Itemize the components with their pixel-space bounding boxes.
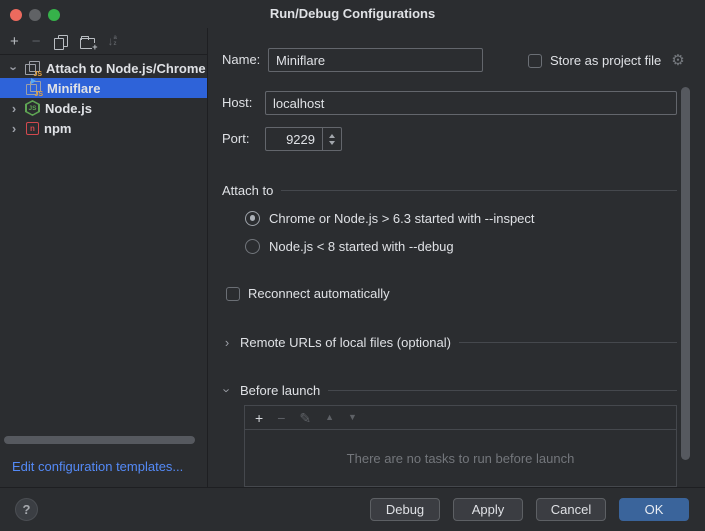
name-input[interactable] bbox=[268, 48, 483, 72]
chevron-right-icon[interactable]: › bbox=[222, 336, 232, 349]
store-as-project-file-checkbox[interactable] bbox=[528, 54, 542, 68]
sort-configurations-icon[interactable]: ↓ az bbox=[108, 35, 117, 47]
port-input[interactable] bbox=[266, 128, 322, 150]
remote-urls-title: Remote URLs of local files (optional) bbox=[240, 335, 451, 350]
configurations-tree: › JS Attach to Node.js/Chrome JS Minifla… bbox=[0, 58, 207, 138]
before-launch-section-header[interactable]: › Before launch bbox=[222, 382, 677, 398]
radio-unselected-icon[interactable] bbox=[245, 239, 260, 254]
add-task-icon[interactable]: + bbox=[255, 411, 263, 425]
port-stepper[interactable] bbox=[322, 128, 341, 150]
dialog-footer: ? Debug Apply Cancel OK bbox=[0, 487, 705, 531]
reconnect-automatically-checkbox[interactable] bbox=[226, 287, 240, 301]
before-launch-title: Before launch bbox=[240, 383, 320, 398]
edit-configuration-templates-link[interactable]: Edit configuration templates... bbox=[12, 459, 183, 474]
nodejs-icon: JS bbox=[25, 100, 40, 116]
copy-configuration-icon[interactable] bbox=[54, 35, 67, 48]
store-as-project-file-row: Store as project file ⚙ bbox=[528, 53, 685, 68]
help-button[interactable]: ? bbox=[15, 498, 38, 521]
radio-selected-icon[interactable] bbox=[245, 211, 260, 226]
before-launch-empty-text: There are no tasks to run before launch bbox=[245, 430, 676, 486]
remove-task-icon[interactable]: − bbox=[277, 411, 285, 425]
chevron-down-icon[interactable]: › bbox=[221, 385, 234, 395]
host-label: Host: bbox=[222, 91, 252, 115]
attach-to-section-header: Attach to bbox=[222, 182, 677, 198]
tree-item-npm[interactable]: › n npm bbox=[0, 118, 207, 138]
store-as-project-file-label: Store as project file bbox=[550, 53, 661, 68]
attach-option-debug[interactable]: Node.js < 8 started with --debug bbox=[245, 238, 454, 254]
attach-nodejs-run-icon: JS bbox=[25, 80, 42, 96]
tree-item-miniflare[interactable]: JS Miniflare bbox=[0, 78, 207, 98]
dialog-title: Run/Debug Configurations bbox=[0, 0, 705, 28]
edit-task-icon[interactable]: ✎ bbox=[299, 411, 311, 425]
chevron-right-icon[interactable]: › bbox=[7, 102, 21, 115]
cancel-button[interactable]: Cancel bbox=[536, 498, 606, 521]
attach-to-title: Attach to bbox=[222, 183, 273, 198]
titlebar: Run/Debug Configurations bbox=[0, 0, 705, 28]
attach-option-inspect[interactable]: Chrome or Node.js > 6.3 started with --i… bbox=[245, 210, 535, 226]
remote-urls-section-header[interactable]: › Remote URLs of local files (optional) bbox=[222, 334, 677, 350]
attach-nodejs-icon: JS bbox=[24, 60, 41, 76]
form-vertical-scrollbar[interactable] bbox=[681, 87, 690, 460]
reconnect-automatically-label: Reconnect automatically bbox=[248, 286, 390, 301]
gear-icon[interactable]: ⚙ bbox=[671, 53, 684, 68]
npm-icon: n bbox=[26, 122, 39, 135]
tree-item-nodejs[interactable]: › JS Node.js bbox=[0, 98, 207, 118]
tree-item-attach-to-nodejs-chrome[interactable]: › JS Attach to Node.js/Chrome bbox=[0, 58, 207, 78]
before-launch-toolbar: + − ✎ ▲ ▼ bbox=[245, 406, 676, 430]
port-label: Port: bbox=[222, 127, 249, 151]
sidebar-horizontal-scrollbar[interactable] bbox=[4, 436, 195, 444]
stepper-up-icon[interactable] bbox=[329, 134, 335, 138]
sidebar-toolbar: + − + ↓ az bbox=[0, 28, 207, 55]
move-up-icon[interactable]: ▲ bbox=[325, 413, 334, 422]
move-down-icon[interactable]: ▼ bbox=[348, 413, 357, 422]
new-folder-icon[interactable]: + bbox=[80, 35, 95, 48]
apply-button[interactable]: Apply bbox=[453, 498, 523, 521]
help-icon: ? bbox=[23, 502, 31, 517]
debug-button[interactable]: Debug bbox=[370, 498, 440, 521]
chevron-down-icon[interactable]: › bbox=[8, 61, 21, 75]
name-label: Name: bbox=[222, 48, 260, 72]
ok-button[interactable]: OK bbox=[619, 498, 689, 521]
chevron-right-icon[interactable]: › bbox=[7, 122, 21, 135]
stepper-down-icon[interactable] bbox=[329, 141, 335, 145]
configuration-form: Name: Store as project file ⚙ Host: Port… bbox=[208, 28, 705, 487]
footer-buttons: Debug Apply Cancel OK bbox=[370, 498, 689, 521]
remove-configuration-icon[interactable]: − bbox=[32, 34, 41, 49]
run-debug-configurations-dialog: Run/Debug Configurations + − + ↓ az › JS… bbox=[0, 0, 705, 531]
add-configuration-icon[interactable]: + bbox=[10, 34, 19, 49]
before-launch-panel: + − ✎ ▲ ▼ There are no tasks to run befo… bbox=[244, 405, 677, 487]
host-input[interactable] bbox=[265, 91, 677, 115]
reconnect-automatically-row: Reconnect automatically bbox=[226, 286, 390, 301]
port-field bbox=[265, 127, 342, 151]
configurations-sidebar: + − + ↓ az › JS Attach to Node.js/Chrome… bbox=[0, 28, 208, 487]
